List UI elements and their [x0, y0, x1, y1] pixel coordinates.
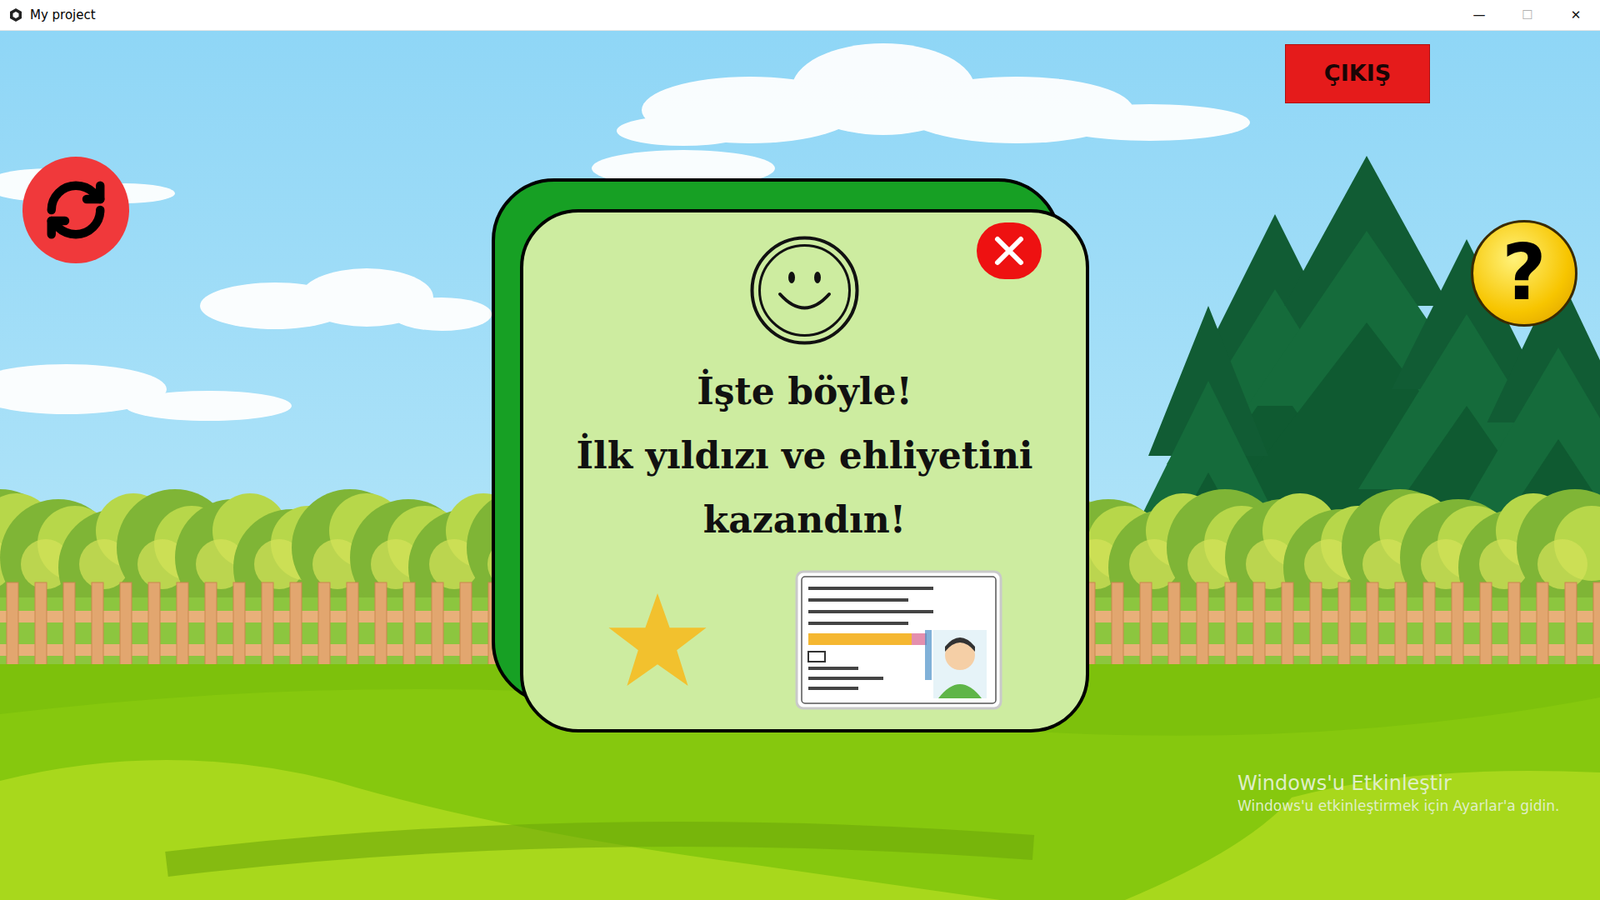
stars	[606, 589, 709, 691]
refresh-icon	[43, 177, 109, 243]
smiley-icon	[748, 234, 861, 347]
driver-license-icon	[795, 570, 1003, 710]
restart-button[interactable]	[22, 156, 130, 264]
activation-watermark: Windows'u EtkinleştirWindows'u etkinleşt…	[1237, 770, 1560, 816]
title-bar: My project —☐✕	[0, 0, 1600, 31]
message-line: İşte böyle!	[696, 359, 913, 424]
close-icon	[992, 234, 1026, 268]
window-control-button[interactable]: ✕	[1551, 0, 1600, 30]
help-button[interactable]: ?	[1470, 220, 1578, 327]
star-icon	[606, 589, 709, 691]
rewards-row	[523, 570, 1086, 710]
close-dialog-button[interactable]	[976, 222, 1042, 280]
unity-logo-icon	[8, 7, 24, 23]
message-line: kazandın!	[703, 487, 906, 552]
window-control-button[interactable]: —	[1455, 0, 1504, 30]
app-window: My project —☐✕ ÇIKIŞ? İşte böyle!İlk yıldız…	[0, 0, 1600, 900]
game-view: ÇIKIŞ? İşte böyle!İlk yıldızı ve ehliyeti…	[0, 30, 1600, 900]
window-title: My project	[30, 5, 96, 25]
window-control-button: ☐	[1503, 0, 1552, 30]
message-line: İlk yıldızı ve ehliyetini	[575, 423, 1033, 488]
success-dialog: İşte böyle!İlk yıldızı ve ehliyetinikaza…	[491, 178, 1090, 733]
dialog-panel: İşte böyle!İlk yıldızı ve ehliyetinikaza…	[520, 209, 1090, 733]
dialog-message: İşte böyle!İlk yıldızı ve ehliyetinikaza…	[575, 359, 1033, 552]
exit-button[interactable]: ÇIKIŞ	[1285, 44, 1430, 104]
